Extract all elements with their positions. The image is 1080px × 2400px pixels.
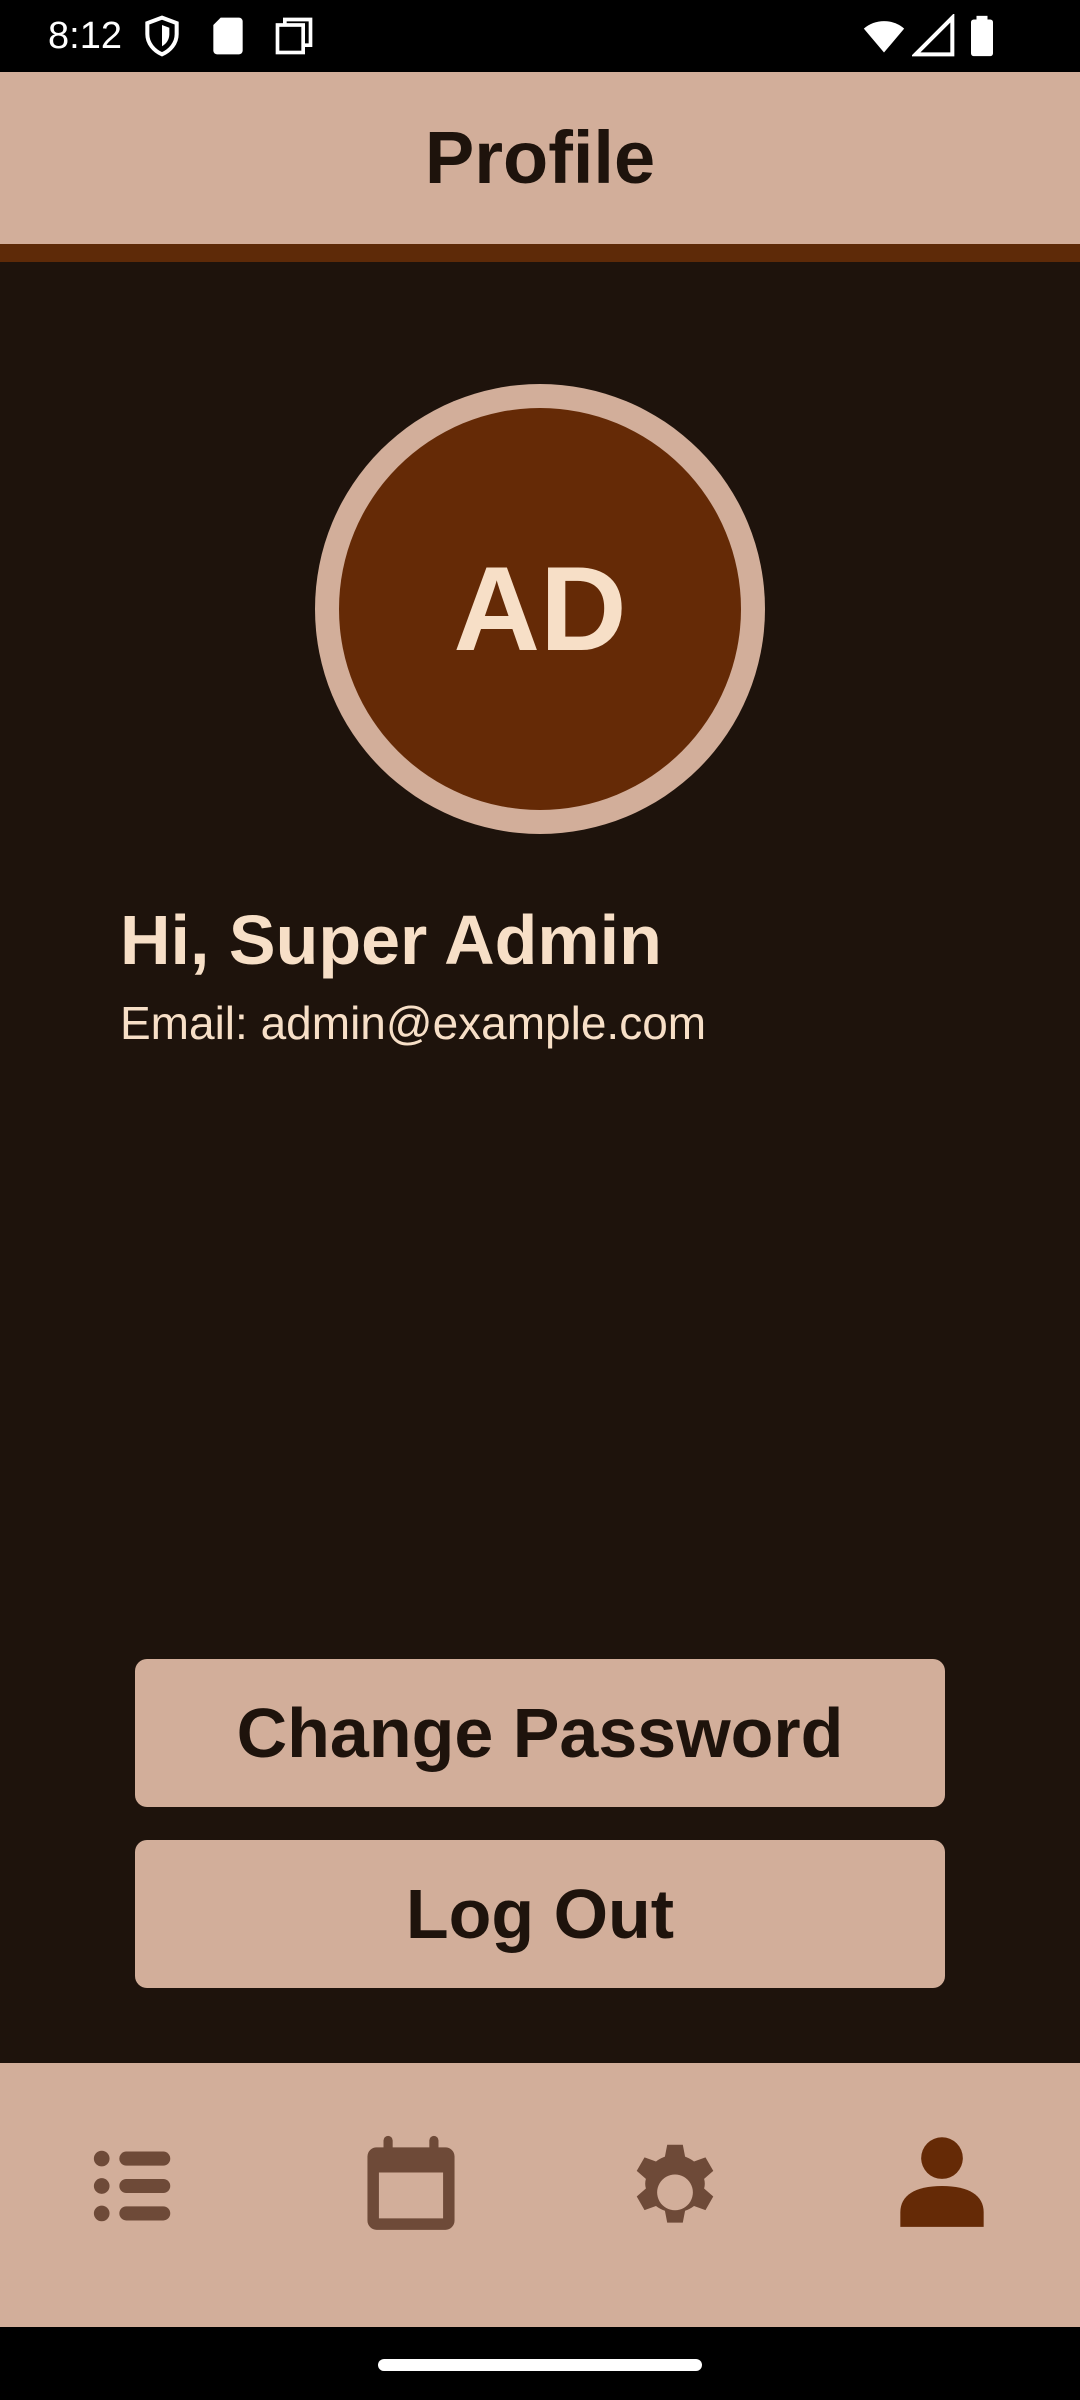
avatar-ring: AD [315, 384, 765, 834]
sd-card-icon [213, 17, 243, 55]
calendar-icon [367, 2135, 455, 2230]
status-bar: 8:12 [0, 0, 1080, 72]
person-icon [900, 2137, 984, 2227]
shield-icon [145, 15, 179, 57]
email-text: Email: admin@example.com [120, 997, 707, 1049]
gesture-bar [0, 2327, 1080, 2400]
change-password-button[interactable]: Change Password [135, 1659, 945, 1807]
avatar: AD [339, 408, 741, 810]
battery-icon [971, 15, 993, 57]
nav-item-calendar[interactable] [270, 2063, 540, 2327]
list-icon [93, 2150, 171, 2222]
bottom-nav [0, 2063, 1080, 2327]
log-out-button[interactable]: Log Out [135, 1840, 945, 1988]
nav-item-settings[interactable] [540, 2063, 810, 2327]
profile-screen: 8:12 Profile AD Hi, Super Admin Email: a… [0, 0, 1080, 2400]
app-bar: Profile [0, 72, 1080, 262]
copy-icon [275, 17, 313, 55]
gear-icon [636, 2144, 714, 2223]
greeting-text: Hi, Super Admin [120, 901, 662, 979]
nav-item-list[interactable] [0, 2063, 270, 2327]
home-indicator[interactable] [378, 2359, 702, 2371]
wifi-icon [863, 21, 905, 53]
signal-icon [912, 14, 955, 57]
status-time: 8:12 [48, 15, 122, 57]
nav-item-profile[interactable] [810, 2063, 1080, 2327]
page-title: Profile [424, 116, 656, 199]
